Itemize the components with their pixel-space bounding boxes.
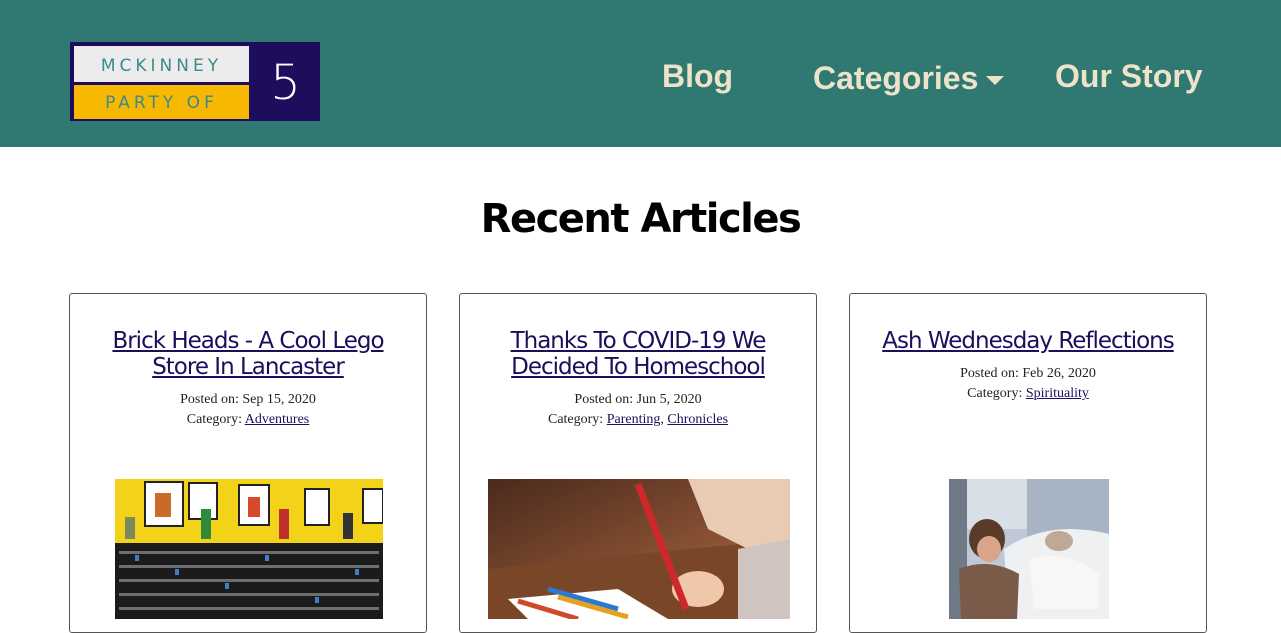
chevron-down-icon xyxy=(986,76,1005,86)
post-date: Jun 5, 2020 xyxy=(636,392,702,407)
article-posted-on: Posted on: Jun 5, 2020 xyxy=(460,392,816,408)
category-link-chronicles[interactable]: Chronicles xyxy=(667,412,728,427)
article-title-link[interactable]: Brick Heads - A Cool Lego Store In Lanca… xyxy=(90,328,406,380)
category-link-spirituality[interactable]: Spirituality xyxy=(1026,386,1089,401)
page-title: Recent Articles xyxy=(480,196,802,242)
nav-blog-link[interactable]: Blog xyxy=(662,58,733,95)
logo-text-block: MCKINNEY PARTY OF xyxy=(70,42,251,121)
painting-illustration xyxy=(949,479,1109,619)
site-header: MCKINNEY PARTY OF 5 Blog Categories Our … xyxy=(0,0,1281,147)
lego-store-image[interactable] xyxy=(115,479,383,619)
category-label: Category: xyxy=(186,412,242,427)
category-label: Category: xyxy=(967,386,1023,401)
article-card: Ash Wednesday Reflections Posted on: Feb… xyxy=(849,293,1207,633)
lego-store-illustration xyxy=(115,479,383,619)
logo-line-1: MCKINNEY xyxy=(74,46,249,82)
nav-categories-label: Categories xyxy=(813,60,979,96)
post-date: Sep 15, 2020 xyxy=(242,392,316,407)
posted-label: Posted on: xyxy=(180,392,239,407)
logo-number: 5 xyxy=(251,42,320,121)
post-date: Feb 26, 2020 xyxy=(1022,366,1096,381)
nav-categories-dropdown[interactable]: Categories xyxy=(813,60,1005,97)
category-link-adventures[interactable]: Adventures xyxy=(245,412,310,427)
site-logo[interactable]: MCKINNEY PARTY OF 5 xyxy=(70,42,320,121)
article-category: Category: Parenting, Chronicles xyxy=(460,412,816,428)
article-title-link[interactable]: Thanks To COVID-19 We Decided To Homesch… xyxy=(480,328,796,380)
posted-label: Posted on: xyxy=(960,366,1019,381)
category-label: Category: xyxy=(547,412,604,427)
article-category: Category: Spirituality xyxy=(850,386,1206,402)
article-title-link[interactable]: Ash Wednesday Reflections xyxy=(870,328,1186,354)
ash-wednesday-painting-image[interactable] xyxy=(949,479,1109,619)
homeschool-illustration xyxy=(488,479,790,619)
article-posted-on: Posted on: Sep 15, 2020 xyxy=(70,392,426,408)
homeschool-image[interactable] xyxy=(488,479,790,619)
nav-our-story-link[interactable]: Our Story xyxy=(1055,58,1203,95)
posted-label: Posted on: xyxy=(574,392,634,407)
article-card: Thanks To COVID-19 We Decided To Homesch… xyxy=(459,293,817,633)
article-card: Brick Heads - A Cool Lego Store In Lanca… xyxy=(69,293,427,633)
article-category: Category: Adventures xyxy=(70,412,426,428)
category-link-parenting[interactable]: Parenting xyxy=(607,412,661,427)
article-posted-on: Posted on: Feb 26, 2020 xyxy=(850,366,1206,382)
logo-line-2: PARTY OF xyxy=(74,85,249,119)
